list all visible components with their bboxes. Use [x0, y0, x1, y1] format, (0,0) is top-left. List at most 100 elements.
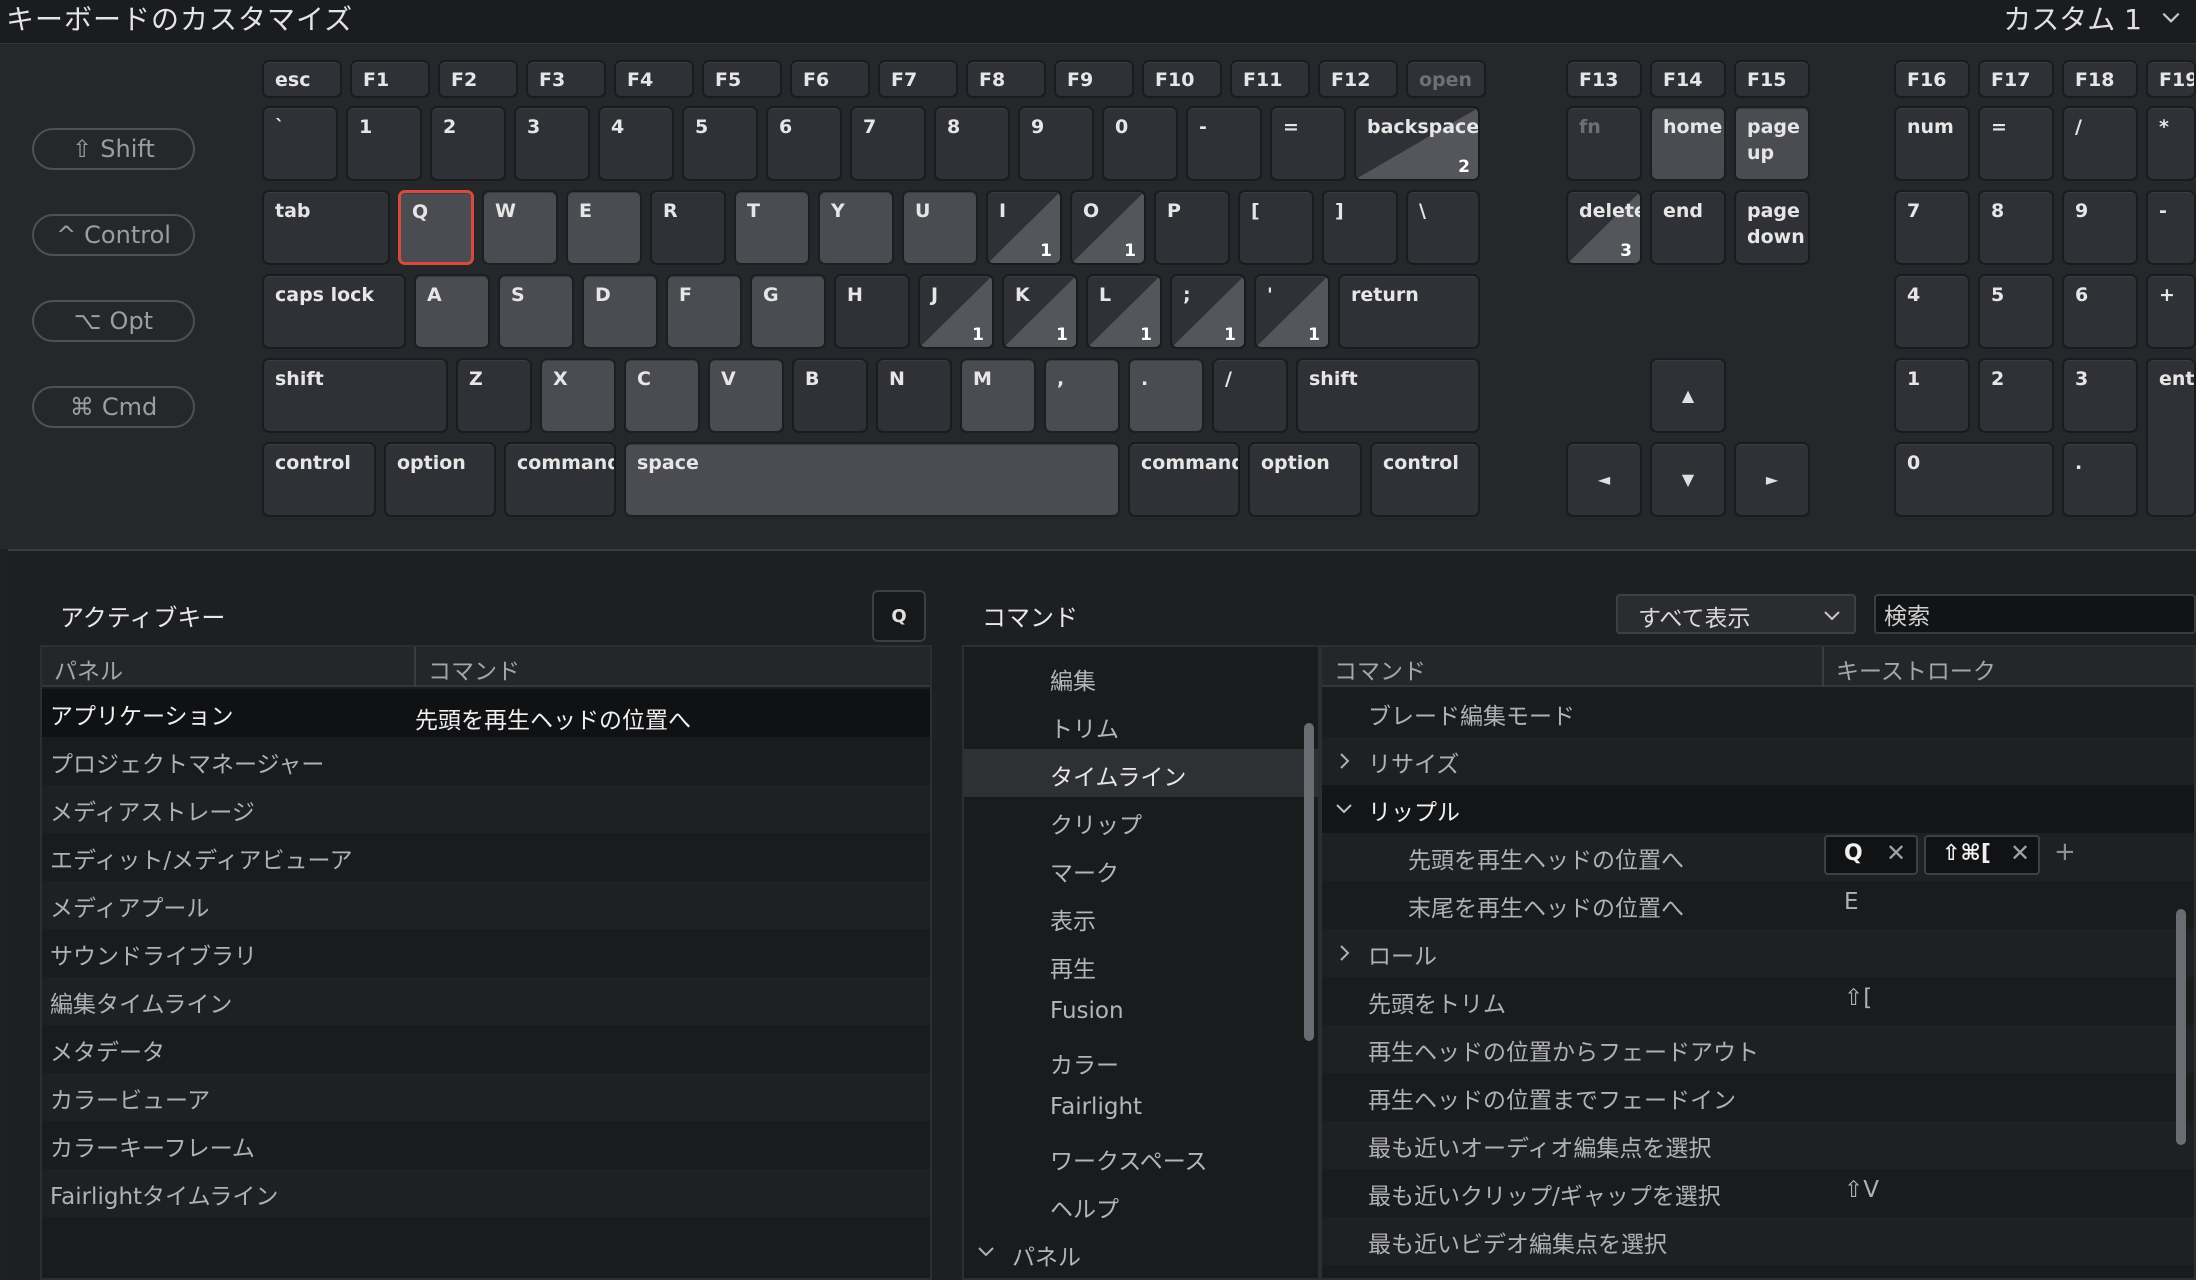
key-num-minus[interactable]: -: [2146, 190, 2196, 265]
table-row[interactable]: カラービューア: [42, 1073, 930, 1121]
table-row[interactable]: メタデータ: [42, 1025, 930, 1073]
key-control-left[interactable]: control: [262, 442, 376, 517]
table-row[interactable]: エディット/メディアビューア: [42, 833, 930, 881]
key-f1[interactable]: F1: [350, 60, 430, 98]
key-h[interactable]: H: [834, 274, 910, 349]
chevron-down-icon[interactable]: [1334, 799, 1354, 819]
key-minus[interactable]: -: [1186, 106, 1262, 181]
key-d[interactable]: D: [582, 274, 658, 349]
cmd-modifier-button[interactable]: ⌘ Cmd: [32, 386, 195, 428]
key-w[interactable]: W: [482, 190, 558, 265]
category-item[interactable]: ヘルプ: [964, 1181, 1318, 1229]
key-4[interactable]: 4: [598, 106, 674, 181]
preset-selector[interactable]: カスタム 1: [2003, 0, 2182, 38]
category-item[interactable]: 再生: [964, 941, 1318, 989]
command-row[interactable]: 最も近いビデオ編集点を選択: [1322, 1217, 2194, 1265]
key-x[interactable]: X: [540, 358, 616, 433]
table-row[interactable]: メディアプール: [42, 881, 930, 929]
key-f9[interactable]: F9: [1054, 60, 1134, 98]
key-equals[interactable]: =: [1270, 106, 1346, 181]
key-num-0[interactable]: 0: [1894, 442, 2054, 517]
key-z[interactable]: Z: [456, 358, 532, 433]
key-control-right[interactable]: control: [1370, 442, 1480, 517]
keystroke-chip-q[interactable]: Q ✕: [1824, 835, 1918, 875]
key-slash[interactable]: /: [1212, 358, 1288, 433]
search-input[interactable]: [1874, 594, 2196, 634]
key-num-lock[interactable]: num: [1894, 106, 1970, 181]
key-right-bracket[interactable]: ]: [1322, 190, 1398, 265]
key-command-right[interactable]: command: [1128, 442, 1240, 517]
key-caps-lock[interactable]: caps lock: [262, 274, 406, 349]
key-v[interactable]: V: [708, 358, 784, 433]
key-num-8[interactable]: 8: [1978, 190, 2054, 265]
control-modifier-button[interactable]: ^ Control: [32, 214, 195, 256]
table-row[interactable]: アプリケーション 先頭を再生ヘッドの位置へ: [42, 689, 930, 737]
category-item[interactable]: Fusion: [964, 989, 1318, 1037]
key-p[interactable]: P: [1154, 190, 1230, 265]
key-num-divide[interactable]: /: [2062, 106, 2138, 181]
key-f4[interactable]: F4: [614, 60, 694, 98]
key-f6[interactable]: F6: [790, 60, 870, 98]
column-header-command[interactable]: コマンド: [1334, 652, 1426, 686]
key-f3[interactable]: F3: [526, 60, 606, 98]
key-num-equals[interactable]: =: [1978, 106, 2054, 181]
key-f8[interactable]: F8: [966, 60, 1046, 98]
key-page-up[interactable]: page up: [1734, 106, 1810, 181]
category-item-panel[interactable]: パネル: [964, 1229, 1318, 1277]
command-row[interactable]: 最も近いオーディオ編集点を選択: [1322, 1121, 2194, 1169]
key-f14[interactable]: F14: [1650, 60, 1726, 98]
key-f17[interactable]: F17: [1978, 60, 2054, 98]
key-end[interactable]: end: [1650, 190, 1726, 265]
command-row-roll[interactable]: ロール: [1322, 929, 2194, 977]
command-filter-dropdown[interactable]: すべて表示: [1616, 594, 1856, 634]
key-tab[interactable]: tab: [262, 190, 390, 265]
key-u[interactable]: U: [902, 190, 978, 265]
key-9[interactable]: 9: [1018, 106, 1094, 181]
key-n[interactable]: N: [876, 358, 952, 433]
key-j[interactable]: J1: [918, 274, 994, 349]
key-num-4[interactable]: 4: [1894, 274, 1970, 349]
command-row-ripple[interactable]: リップル: [1322, 785, 2194, 833]
key-esc[interactable]: esc: [262, 60, 342, 98]
key-l[interactable]: L1: [1086, 274, 1162, 349]
column-header-panel[interactable]: パネル: [54, 652, 123, 686]
key-quote[interactable]: ' 1: [1254, 274, 1330, 349]
key-f11[interactable]: F11: [1230, 60, 1310, 98]
key-arrow-left[interactable]: ◄: [1566, 442, 1642, 517]
key-f[interactable]: F: [666, 274, 742, 349]
table-row[interactable]: カラーキーフレーム: [42, 1121, 930, 1169]
key-num-6[interactable]: 6: [2062, 274, 2138, 349]
category-item[interactable]: マーク: [964, 845, 1318, 893]
key-q[interactable]: Q: [398, 190, 474, 265]
key-3[interactable]: 3: [514, 106, 590, 181]
key-b[interactable]: B: [792, 358, 868, 433]
key-num-multiply[interactable]: *: [2146, 106, 2196, 181]
command-row-resize[interactable]: リサイズ: [1322, 737, 2194, 785]
key-shift-right[interactable]: shift: [1296, 358, 1480, 433]
close-icon[interactable]: ✕: [2010, 839, 2030, 867]
key-f5[interactable]: F5: [702, 60, 782, 98]
key-num-7[interactable]: 7: [1894, 190, 1970, 265]
command-row[interactable]: 再生ヘッドの位置からフェードアウト: [1322, 1025, 2194, 1073]
key-k[interactable]: K1: [1002, 274, 1078, 349]
key-r[interactable]: R: [650, 190, 726, 265]
command-row[interactable]: 先頭をトリム ⇧[: [1322, 977, 2194, 1025]
key-num-1[interactable]: 1: [1894, 358, 1970, 433]
key-o[interactable]: O1: [1070, 190, 1146, 265]
category-item[interactable]: Fairlight: [964, 1085, 1318, 1133]
key-home[interactable]: home: [1650, 106, 1726, 181]
close-icon[interactable]: ✕: [1886, 839, 1906, 867]
key-g[interactable]: G: [750, 274, 826, 349]
keystroke-chip-shift-cmd-bracket[interactable]: ⇧⌘[ ✕: [1924, 835, 2040, 875]
table-row[interactable]: サウンドライブラリ: [42, 929, 930, 977]
key-t[interactable]: T: [734, 190, 810, 265]
key-s[interactable]: S: [498, 274, 574, 349]
command-table-scrollbar[interactable]: [2176, 909, 2186, 1145]
key-num-plus[interactable]: +: [2146, 274, 2196, 349]
key-num-enter[interactable]: ente: [2146, 358, 2196, 517]
key-f15[interactable]: F15: [1734, 60, 1810, 98]
key-m[interactable]: M: [960, 358, 1036, 433]
key-return[interactable]: return: [1338, 274, 1480, 349]
key-num-9[interactable]: 9: [2062, 190, 2138, 265]
key-shift-left[interactable]: shift: [262, 358, 448, 433]
